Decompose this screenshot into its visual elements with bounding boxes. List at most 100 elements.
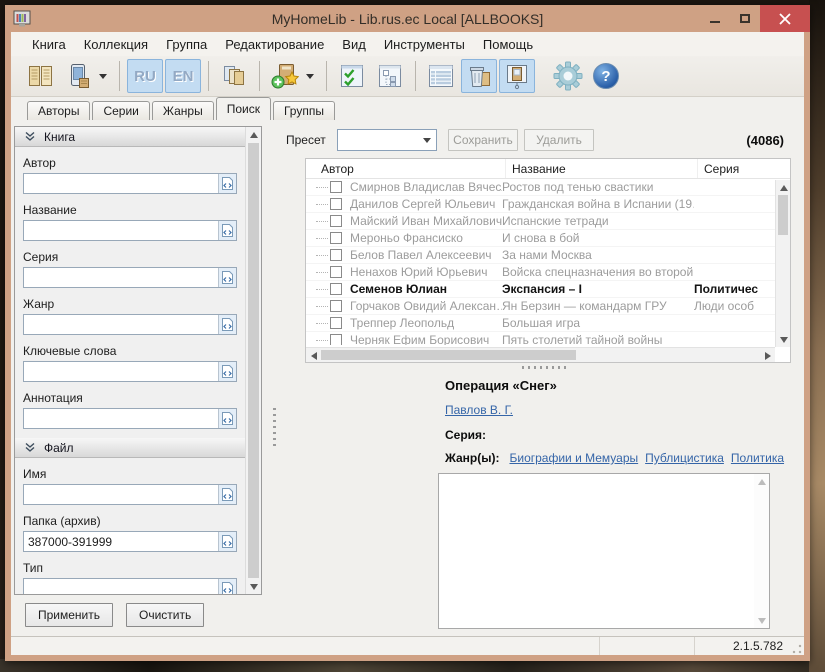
column-header-series[interactable]: Серия	[698, 159, 790, 178]
scroll-thumb[interactable]	[248, 143, 259, 578]
column-header-title[interactable]: Название	[506, 159, 698, 178]
template-icon[interactable]	[218, 409, 236, 428]
filename-input[interactable]	[24, 485, 218, 504]
series-input[interactable]	[24, 268, 218, 287]
menu-item-group[interactable]: Группа	[157, 34, 216, 55]
row-checkbox[interactable]	[330, 283, 342, 295]
menu-item-tools[interactable]: Инструменты	[375, 34, 474, 55]
template-icon[interactable]	[218, 174, 236, 193]
tab-authors[interactable]: Авторы	[27, 101, 90, 120]
scroll-thumb[interactable]	[778, 195, 788, 235]
table-row[interactable]: Данилов Сергей ЮльевичГражданская война …	[306, 196, 790, 213]
panel-splitter[interactable]	[265, 126, 284, 636]
clear-button[interactable]: Очистить	[126, 603, 204, 627]
open-collection-button[interactable]	[22, 59, 58, 93]
row-checkbox[interactable]	[330, 300, 342, 312]
lang-ru-toggle[interactable]: RU	[127, 59, 163, 93]
scroll-thumb[interactable]	[321, 350, 576, 360]
scroll-up-icon[interactable]	[776, 180, 791, 195]
genre-link[interactable]: Биографии и Мемуары	[509, 451, 638, 465]
table-row[interactable]: Смирнов Владислав Вячесл…Ростов под тень…	[306, 179, 790, 196]
menu-item-help[interactable]: Помощь	[474, 34, 542, 55]
row-checkbox[interactable]	[330, 334, 342, 345]
details-splitter[interactable]	[284, 363, 804, 371]
scroll-up-icon[interactable]	[246, 127, 262, 142]
table-horizontal-scrollbar[interactable]	[306, 347, 775, 362]
copy-button[interactable]	[216, 59, 252, 93]
template-icon[interactable]	[218, 268, 236, 287]
template-icon[interactable]	[218, 485, 236, 504]
row-checkbox[interactable]	[330, 266, 342, 278]
filetype-input[interactable]	[24, 579, 218, 594]
scroll-down-icon[interactable]	[246, 579, 262, 594]
tab-genres[interactable]: Жанры	[152, 101, 214, 120]
scroll-right-icon[interactable]	[760, 348, 775, 363]
help-button[interactable]: ?	[588, 59, 624, 93]
genre-input[interactable]	[24, 315, 218, 334]
menu-item-collection[interactable]: Коллекция	[75, 34, 157, 55]
preset-save-button[interactable]: Сохранить	[448, 129, 518, 151]
menu-item-view[interactable]: Вид	[333, 34, 375, 55]
template-icon[interactable]	[218, 362, 236, 381]
author-input[interactable]	[24, 174, 218, 193]
preset-delete-button[interactable]: Удалить	[524, 129, 594, 151]
reader-panel-toggle[interactable]	[499, 59, 535, 93]
scroll-left-icon[interactable]	[306, 348, 321, 363]
row-checkbox[interactable]	[330, 232, 342, 244]
lang-en-toggle[interactable]: EN	[165, 59, 201, 93]
template-icon[interactable]	[218, 532, 236, 551]
close-button[interactable]	[760, 5, 810, 32]
row-checkbox[interactable]	[330, 181, 342, 193]
table-row[interactable]: Майский Иван МихайловичИспанские тетради	[306, 213, 790, 230]
menu-item-edit[interactable]: Редактирование	[216, 34, 333, 55]
table-view-button[interactable]	[423, 59, 459, 93]
check-books-button[interactable]	[334, 59, 370, 93]
row-checkbox[interactable]	[330, 198, 342, 210]
table-row[interactable]: Горчаков Овидий Алексан…Ян Берзин — кома…	[306, 298, 790, 315]
maximize-button[interactable]	[730, 5, 760, 32]
tab-groups[interactable]: Группы	[273, 101, 335, 120]
show-deleted-toggle[interactable]	[461, 59, 497, 93]
table-row[interactable]: Черняк Ефим БорисовичПять столетий тайно…	[306, 332, 790, 345]
row-checkbox[interactable]	[330, 317, 342, 329]
genre-link[interactable]: Политика	[731, 451, 784, 465]
table-vertical-scrollbar[interactable]	[775, 180, 790, 347]
folder-input[interactable]	[24, 532, 218, 551]
genre-link[interactable]: Публицистика	[645, 451, 724, 465]
column-header-author[interactable]: Автор	[306, 159, 506, 178]
table-row[interactable]: Треппер ЛеопольдБольшая игра	[306, 315, 790, 332]
preset-combobox[interactable]	[337, 129, 437, 151]
book-author-link[interactable]: Павлов В. Г.	[445, 403, 513, 417]
dropdown-caret-icon[interactable]	[306, 74, 314, 79]
settings-button[interactable]	[550, 59, 586, 93]
table-row[interactable]: Мероньо ФрансискоИ снова в бой	[306, 230, 790, 247]
minimize-button[interactable]	[700, 5, 730, 32]
keywords-input[interactable]	[24, 362, 218, 381]
table-row[interactable]: Семенов ЮлианЭкспансия – IПолитичес	[306, 281, 790, 298]
annotation-box[interactable]	[438, 473, 770, 629]
scroll-down-icon[interactable]	[776, 332, 791, 347]
apply-button[interactable]: Применить	[25, 603, 113, 627]
search-panel-scrollbar[interactable]	[245, 127, 261, 594]
tab-series[interactable]: Серии	[92, 101, 149, 120]
template-icon[interactable]	[218, 221, 236, 240]
row-checkbox[interactable]	[330, 249, 342, 261]
field-label-folder: Папка (архив)	[23, 514, 237, 529]
template-icon[interactable]	[218, 315, 236, 334]
copy-icon	[221, 63, 247, 89]
row-checkbox[interactable]	[330, 215, 342, 227]
section-header-book[interactable]: Книга	[15, 127, 245, 147]
dropdown-caret-icon[interactable]	[99, 74, 107, 79]
tree-view-button[interactable]	[372, 59, 408, 93]
title-input[interactable]	[24, 221, 218, 240]
resize-grip[interactable]	[791, 643, 803, 655]
menu-item-book[interactable]: Книга	[23, 34, 75, 55]
table-row[interactable]: Белов Павел АлексеевичЗа нами Москва	[306, 247, 790, 264]
add-to-favorites-button[interactable]	[267, 59, 303, 93]
table-row[interactable]: Ненахов Юрий ЮрьевичВойска спецназначени…	[306, 264, 790, 281]
send-to-device-button[interactable]	[60, 59, 96, 93]
template-icon[interactable]	[218, 579, 236, 594]
section-header-file[interactable]: Файл	[15, 438, 245, 458]
annotation-input[interactable]	[24, 409, 218, 428]
tab-search[interactable]: Поиск	[216, 97, 271, 120]
